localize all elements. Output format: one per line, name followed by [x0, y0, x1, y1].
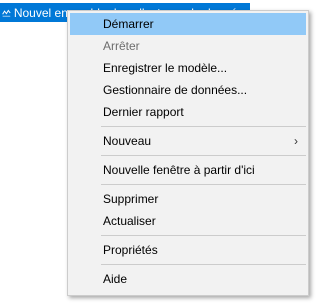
menu-item-label: Dernier rapport — [103, 105, 184, 119]
menu-item-label: Arrêter — [103, 39, 140, 53]
menu-separator — [101, 184, 306, 185]
menu-item-new-window[interactable]: Nouvelle fenêtre à partir d'ici — [70, 159, 306, 181]
menu-item-label: Actualiser — [103, 214, 156, 228]
menu-item-start[interactable]: Démarrer — [70, 13, 306, 35]
menu-item-data-manager[interactable]: Gestionnaire de données... — [70, 79, 306, 101]
menu-item-properties[interactable]: Propriétés — [70, 239, 306, 261]
context-menu: Démarrer Arrêter Enregistrer le modèle..… — [67, 10, 309, 296]
menu-item-stop: Arrêter — [70, 35, 306, 57]
menu-item-new[interactable]: Nouveau › — [70, 130, 306, 152]
chevron-right-icon: › — [294, 134, 298, 148]
menu-item-label: Gestionnaire de données... — [103, 83, 248, 97]
menu-separator — [101, 235, 306, 236]
screen: Nouvel ensemble de collecteurs de donnée… — [0, 0, 319, 307]
menu-separator — [101, 155, 306, 156]
menu-item-label: Enregistrer le modèle... — [103, 61, 228, 75]
menu-item-save-template[interactable]: Enregistrer le modèle... — [70, 57, 306, 79]
menu-separator — [101, 126, 306, 127]
menu-item-refresh[interactable]: Actualiser — [70, 210, 306, 232]
menu-item-label: Propriétés — [103, 243, 158, 257]
menu-item-label: Nouvelle fenêtre à partir d'ici — [103, 163, 255, 177]
data-collector-set-icon — [2, 9, 11, 16]
menu-separator — [101, 264, 306, 265]
menu-item-label: Aide — [103, 272, 128, 286]
menu-item-label: Démarrer — [103, 17, 154, 31]
menu-item-latest-report[interactable]: Dernier rapport — [70, 101, 306, 123]
menu-item-label: Supprimer — [103, 192, 159, 206]
menu-item-help[interactable]: Aide — [70, 268, 306, 290]
menu-item-delete[interactable]: Supprimer — [70, 188, 306, 210]
menu-item-label: Nouveau — [103, 134, 152, 148]
